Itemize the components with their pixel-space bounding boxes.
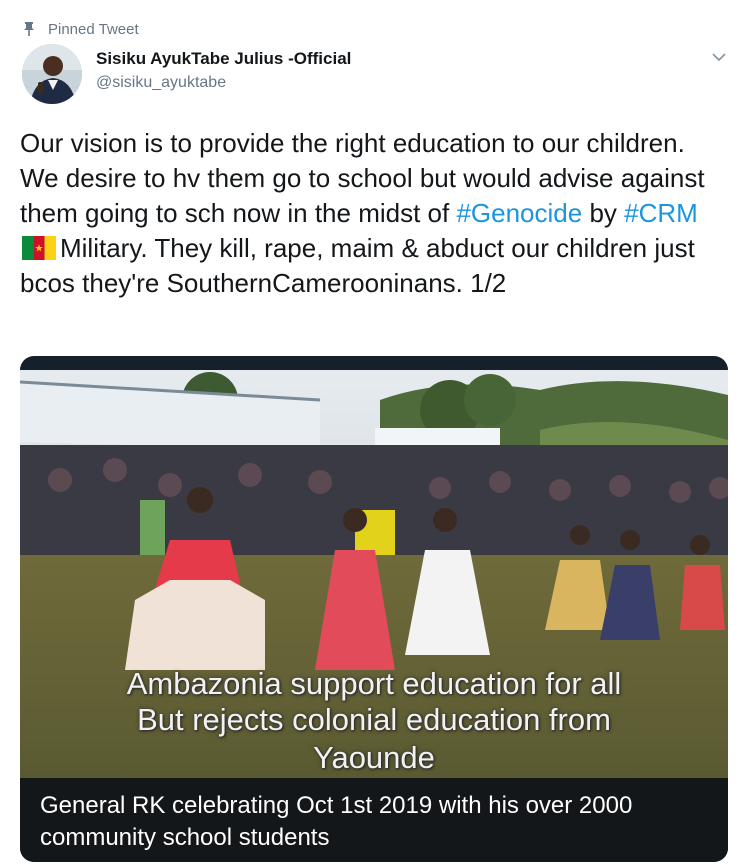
chevron-down-icon [712, 52, 726, 61]
video-player[interactable]: Ambazonia support education for all But … [20, 356, 728, 862]
pinned-label: Pinned Tweet [48, 20, 139, 38]
hashtag-crm-link[interactable]: #CRM [624, 198, 698, 228]
tweet-menu-button[interactable] [708, 46, 730, 68]
video-overlay-text-line3: Yaounde [313, 740, 435, 775]
author-name[interactable]: Sisiku AyukTabe Julius -Official [96, 48, 351, 70]
video-caption-bar: General RK celebrating Oct 1st 2019 with… [20, 778, 728, 862]
pin-icon [24, 22, 34, 36]
tweet-text-part2: by [582, 198, 625, 228]
video-overlay-text-line1: Ambazonia support education for all [126, 666, 622, 701]
video-overlay-text-line2: But rejects colonial education from [137, 702, 611, 737]
pinned-tweet-indicator: Pinned Tweet [22, 18, 139, 40]
video-caption: General RK celebrating Oct 1st 2019 with… [40, 792, 633, 851]
tweet-text-part3: Military. They kill, rape, maim & abduct… [20, 233, 695, 298]
avatar[interactable] [22, 44, 82, 104]
avatar-image [22, 44, 82, 104]
cameroon-flag-icon [22, 236, 56, 260]
tweet-text: Our vision is to provide the right educa… [20, 126, 730, 301]
author-handle[interactable]: @sisiku_ayuktabe [96, 72, 351, 94]
hashtag-genocide-link[interactable]: #Genocide [456, 198, 582, 228]
author-info: Sisiku AyukTabe Julius -Official @sisiku… [96, 48, 351, 94]
